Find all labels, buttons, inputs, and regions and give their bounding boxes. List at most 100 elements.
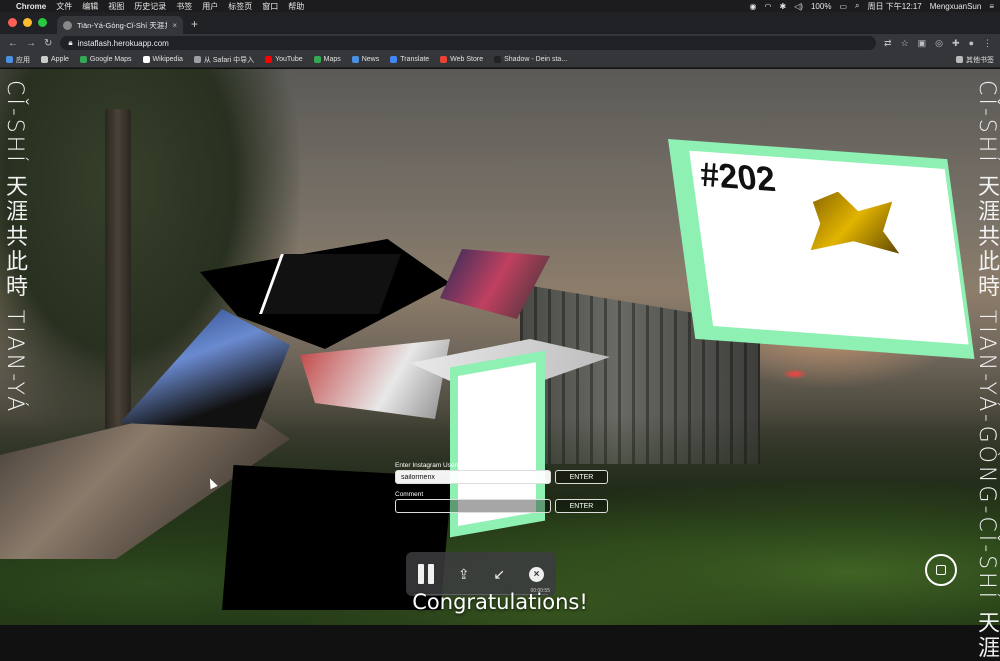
bookmark-label: Translate [400,56,430,63]
bookmark-item[interactable]: 应用 [6,55,30,65]
window-controls [0,18,57,34]
battery-icon[interactable]: ▭ [839,2,847,11]
bookmark-favicon-icon [494,56,502,63]
bookmark-item[interactable]: Translate [390,56,429,63]
record-indicator-icon[interactable]: ◉ [749,2,756,11]
wifi-icon[interactable]: ◠ [764,2,771,11]
bookmark-favicon-icon [440,56,448,63]
congratulations-message: Congratulations! [412,590,588,614]
bookmark-label: Google Maps [89,56,132,63]
webgl-scene[interactable]: #202 [0,69,1000,625]
menu-file[interactable]: 文件 [56,1,72,12]
forward-icon[interactable]: → [26,38,36,49]
menu-bookmarks[interactable]: 书签 [176,1,192,12]
comment-enter-button[interactable]: ENTER [555,499,608,513]
share-icon[interactable]: ⇪ [458,566,470,583]
reload-icon[interactable]: ↻ [44,38,52,49]
side-title-right: CǏ-SHÍ 天涯共此時 TIAN-YÁ-GÒNG-CǏ-SHÍ 天涯 [974,80,999,661]
battery-percent: 100% [810,1,832,11]
menubar-username[interactable]: MengxuanSun [930,2,982,11]
extension-icon[interactable]: ◎ [935,38,943,49]
comment-label: Comment [395,491,424,498]
folder-icon [956,56,963,63]
bookmark-favicon-icon [390,56,398,63]
bookmark-label: 应用 [16,56,30,64]
bookmark-label: 从 Safari 中导入 [203,56,255,64]
bookmark-label: Maps [323,56,341,63]
bookmark-label: News [361,56,380,63]
bookmark-favicon-icon [41,56,48,63]
pause-button[interactable] [417,564,434,584]
fullscreen-button[interactable] [925,554,957,586]
instagram-label: Enter Instagram Username [395,462,474,469]
close-icon[interactable]: × [529,566,545,582]
control-center-icon[interactable]: ≡ [989,2,994,11]
tab-strip: Tiān-Yá-Gòng-Cǐ-Shí 天涯共此 × + [0,12,1000,34]
submission-form: Enter Instagram Username ENTER Comment E… [395,462,610,520]
minimize-window-button[interactable] [23,18,32,27]
menu-view[interactable]: 视图 [108,1,124,12]
zoom-window-button[interactable] [38,18,47,27]
bookmark-label: Web Store [450,56,484,63]
bookmark-item[interactable]: Web Store [440,56,483,63]
bookmark-item[interactable]: Wikipedia [142,56,183,63]
bookmark-favicon-icon [193,56,201,63]
macos-menubar: Chrome 文件 编辑 视图 历史记录 书签 用户 标签页 窗口 帮助 ◉ ◠… [0,0,1000,12]
bookmarks-bar: 应用 Apple Google Maps Wikipedia 从 Safari 中导入 Y… [0,52,1000,68]
browser-toolbar: ← → ↻ 🔒︎ instaflash.herokuapp.com ⇄ ☆ ▣ … [0,34,1000,52]
menu-history[interactable]: 历史记录 [134,1,166,12]
search-icon[interactable]: ⌕ [855,1,859,11]
poster-hashtag: #202 [697,155,778,200]
bookmark-favicon-icon [142,56,150,63]
instagram-username-input[interactable] [395,470,551,484]
tree-trunk [105,109,131,449]
bookmark-favicon-icon [265,56,273,63]
new-tab-button[interactable]: + [183,17,204,34]
more-menu-icon[interactable]: ⋮ [983,38,992,49]
menu-window[interactable]: 窗口 [262,1,278,12]
menu-profiles[interactable]: 用户 [202,1,218,12]
bookmark-label: Wikipedia [152,56,183,63]
instagram-enter-button[interactable]: ENTER [555,470,608,484]
floating-image-panel[interactable] [300,339,450,419]
menubar-app-name[interactable]: Chrome [16,2,46,11]
bookmark-item[interactable]: Shadow - Dein sta... [494,56,567,63]
bookmark-favicon-icon [79,56,87,63]
bookmark-favicon-icon [6,56,13,63]
close-window-button[interactable] [8,18,17,27]
menu-tab[interactable]: 标签页 [228,1,252,12]
extensions-puzzle-icon[interactable]: ✚ [952,38,960,49]
tab-close-icon[interactable]: × [172,21,177,30]
menu-help[interactable]: 帮助 [288,1,304,12]
bookmark-item[interactable]: Google Maps [79,56,132,63]
bookmark-item[interactable]: News [351,56,380,63]
bookmark-favicon-icon [313,56,321,63]
volume-icon[interactable]: ◁) [794,2,803,11]
floating-image-panel[interactable] [259,254,401,314]
bookmark-item[interactable]: YouTube [265,56,303,63]
minimize-icon[interactable]: ↙ [493,566,505,583]
menu-edit[interactable]: 编辑 [82,1,98,12]
other-bookmarks[interactable]: 其他书签 [956,55,994,65]
translate-icon[interactable]: ⇄ [884,38,892,49]
back-icon[interactable]: ← [8,38,18,49]
clock[interactable]: 周日 下午12:17 [867,1,921,12]
bookmark-label: Shadow - Dein sta... [504,56,568,63]
tab-favicon-icon [63,20,72,30]
comment-input[interactable] [395,499,551,513]
bookmark-star-icon[interactable]: ☆ [901,38,909,49]
bookmark-item[interactable]: Apple [41,56,69,63]
extension-icon[interactable]: ▣ [918,38,927,49]
address-bar[interactable]: 🔒︎ instaflash.herokuapp.com [60,36,877,50]
tab-title: Tiān-Yá-Gòng-Cǐ-Shí 天涯共此 [77,20,167,30]
bluetooth-icon[interactable]: ✱ [779,2,786,11]
bookmark-item[interactable]: 从 Safari 中导入 [193,55,255,65]
floating-poster-large[interactable]: #202 [668,139,975,360]
bookmark-item[interactable]: Maps [313,56,341,63]
lock-icon: 🔒︎ [68,38,73,47]
url-text: instaflash.herokuapp.com [77,38,169,48]
bookmark-label: Apple [51,56,69,63]
browser-tab[interactable]: Tiān-Yá-Gòng-Cǐ-Shí 天涯共此 × [57,16,183,34]
bookmark-label: YouTube [275,56,303,63]
profile-avatar-icon[interactable]: ● [969,38,974,48]
